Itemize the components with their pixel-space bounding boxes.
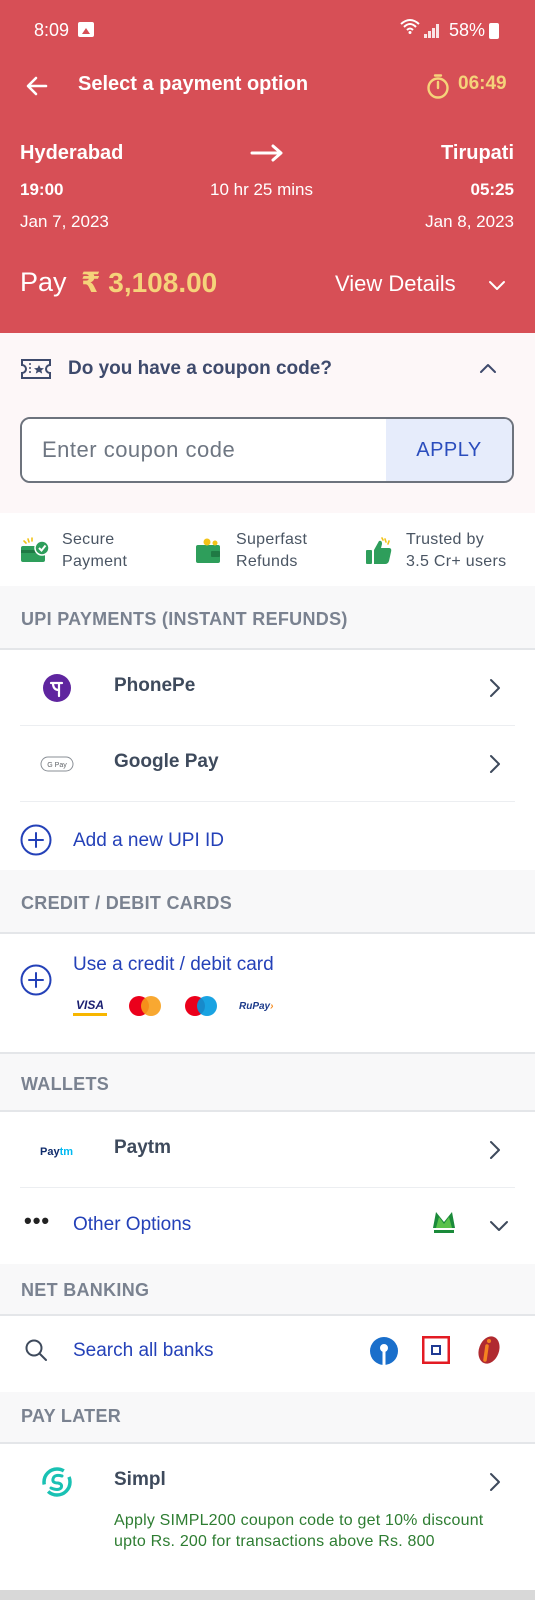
rupay-logo: RuPay› bbox=[239, 1000, 274, 1012]
section-title: PAY LATER bbox=[21, 1406, 122, 1426]
apply-coupon-button[interactable]: APPLY bbox=[386, 419, 512, 481]
card-brand-logos: VISA RuPay› bbox=[73, 994, 273, 1018]
trust-label: Secure bbox=[62, 531, 115, 548]
section-header-upi: UPI PAYMENTS (INSTANT REFUNDS) bbox=[0, 586, 535, 650]
chevron-right-icon[interactable] bbox=[488, 677, 502, 699]
chevron-down-icon[interactable] bbox=[487, 275, 507, 295]
section-title: NET BANKING bbox=[21, 1280, 150, 1300]
coupon-section: Do you have a coupon code? APPLY bbox=[0, 333, 535, 513]
route-arrow-icon bbox=[250, 141, 286, 165]
status-time: 8:09 bbox=[34, 20, 70, 40]
option-label: PhonePe bbox=[114, 675, 196, 696]
stopwatch-icon bbox=[425, 73, 451, 99]
trust-badge-users: Trusted by 3.5 Cr+ users bbox=[364, 529, 506, 573]
chevron-right-icon[interactable] bbox=[488, 1471, 502, 1493]
section-header-wallets: WALLETS bbox=[0, 1054, 535, 1112]
coupon-field-box: APPLY bbox=[20, 417, 514, 483]
mobikwik-icon bbox=[433, 1212, 455, 1233]
departure-date: Jan 7, 2023 bbox=[20, 212, 109, 231]
chevron-right-icon[interactable] bbox=[488, 1139, 502, 1161]
gallery-notification-icon bbox=[78, 22, 94, 37]
origin-city: Hyderabad bbox=[20, 142, 124, 164]
section-title: CREDIT / DEBIT CARDS bbox=[21, 893, 233, 913]
google-pay-icon: G Pay bbox=[40, 756, 74, 772]
icici-bank-icon[interactable] bbox=[474, 1334, 502, 1366]
chevron-down-icon[interactable] bbox=[488, 1217, 510, 1235]
visa-logo: VISA bbox=[73, 996, 107, 1016]
trust-badges: Secure Payment Superfast Refunds Trusted… bbox=[0, 513, 535, 586]
phonepe-icon bbox=[43, 674, 71, 702]
add-card-link[interactable]: Use a credit / debit card bbox=[73, 954, 274, 976]
pay-amount: ₹ 3,108.00 bbox=[81, 267, 218, 298]
wallet-refund-icon bbox=[196, 538, 220, 563]
bottom-edge bbox=[0, 1590, 535, 1600]
payment-option-phonepe[interactable]: PhonePe bbox=[0, 650, 535, 726]
journey-duration: 10 hr 25 mins bbox=[210, 180, 313, 199]
arrival-date: Jan 8, 2023 bbox=[425, 212, 514, 231]
add-upi-id-row[interactable]: Add a new UPI ID bbox=[0, 802, 535, 878]
arrival-time: 05:25 bbox=[470, 180, 514, 199]
trust-label: Superfast bbox=[236, 531, 308, 548]
trust-label: Payment bbox=[62, 553, 128, 570]
back-arrow-icon[interactable] bbox=[24, 72, 52, 100]
hdfc-bank-icon[interactable] bbox=[422, 1336, 450, 1364]
simpl-icon bbox=[42, 1467, 72, 1497]
pay-label: Pay bbox=[20, 267, 67, 297]
battery-percent: 58% bbox=[449, 20, 486, 40]
add-circle-icon[interactable] bbox=[20, 964, 52, 996]
status-bar: 8:09 58% bbox=[0, 0, 535, 60]
section-header-net-banking: NET BANKING bbox=[0, 1264, 535, 1316]
other-options-link[interactable]: Other Options bbox=[73, 1214, 191, 1236]
signal-icon bbox=[424, 24, 440, 38]
trust-badge-secure: Secure Payment bbox=[20, 529, 127, 573]
payment-option-paytm[interactable]: Paytm bbox=[0, 1112, 535, 1188]
battery-icon bbox=[489, 23, 499, 39]
option-label: Simpl bbox=[114, 1469, 166, 1490]
payment-option-google-pay[interactable]: G Pay Google Pay bbox=[0, 726, 535, 802]
other-wallets-row[interactable]: ••• Other Options bbox=[0, 1188, 535, 1264]
svg-text:G Pay: G Pay bbox=[47, 762, 67, 769]
thumbs-up-icon bbox=[366, 537, 392, 564]
more-dots-icon: ••• bbox=[24, 1208, 51, 1233]
sbi-bank-icon[interactable] bbox=[369, 1336, 399, 1366]
page-title: Select a payment option bbox=[78, 73, 309, 95]
section-title: WALLETS bbox=[21, 1074, 110, 1094]
paytm-logo: Paytm bbox=[40, 1146, 74, 1158]
simpl-offer-text: Apply SIMPL200 coupon code to get 10% di… bbox=[114, 1512, 484, 1550]
ticket-icon bbox=[20, 358, 52, 380]
view-details-link[interactable]: View Details bbox=[335, 271, 456, 297]
trust-badge-refunds: Superfast Refunds bbox=[194, 529, 307, 573]
section-header-cards: CREDIT / DEBIT CARDS bbox=[0, 870, 535, 934]
option-label: Google Pay bbox=[114, 751, 219, 772]
session-timer: 06:49 bbox=[458, 73, 507, 94]
option-label: Paytm bbox=[114, 1137, 172, 1158]
coupon-code-input[interactable] bbox=[22, 419, 388, 481]
search-banks-link[interactable]: Search all banks bbox=[73, 1340, 213, 1362]
journey-header: 8:09 58% Select a payment option 06:49 H… bbox=[0, 0, 535, 333]
search-banks-row[interactable]: Search all banks bbox=[0, 1316, 535, 1392]
secure-card-icon bbox=[21, 537, 50, 562]
chevron-right-icon[interactable] bbox=[488, 753, 502, 775]
add-upi-link[interactable]: Add a new UPI ID bbox=[73, 830, 224, 852]
trust-label: 3.5 Cr+ users bbox=[406, 553, 507, 570]
departure-time: 19:00 bbox=[20, 180, 64, 199]
mastercard-logo bbox=[127, 995, 165, 1017]
coupon-question[interactable]: Do you have a coupon code? bbox=[68, 358, 332, 380]
chevron-up-icon[interactable] bbox=[478, 359, 498, 379]
section-header-pay-later: PAY LATER bbox=[0, 1392, 535, 1444]
maestro-logo bbox=[183, 995, 221, 1017]
add-circle-icon[interactable] bbox=[20, 824, 52, 856]
destination-city: Tirupati bbox=[441, 142, 514, 164]
trust-label: Refunds bbox=[236, 553, 298, 570]
wifi-icon bbox=[400, 18, 420, 39]
trust-label: Trusted by bbox=[406, 531, 484, 548]
search-icon bbox=[25, 1339, 47, 1361]
section-title: UPI PAYMENTS (INSTANT REFUNDS) bbox=[21, 609, 348, 629]
